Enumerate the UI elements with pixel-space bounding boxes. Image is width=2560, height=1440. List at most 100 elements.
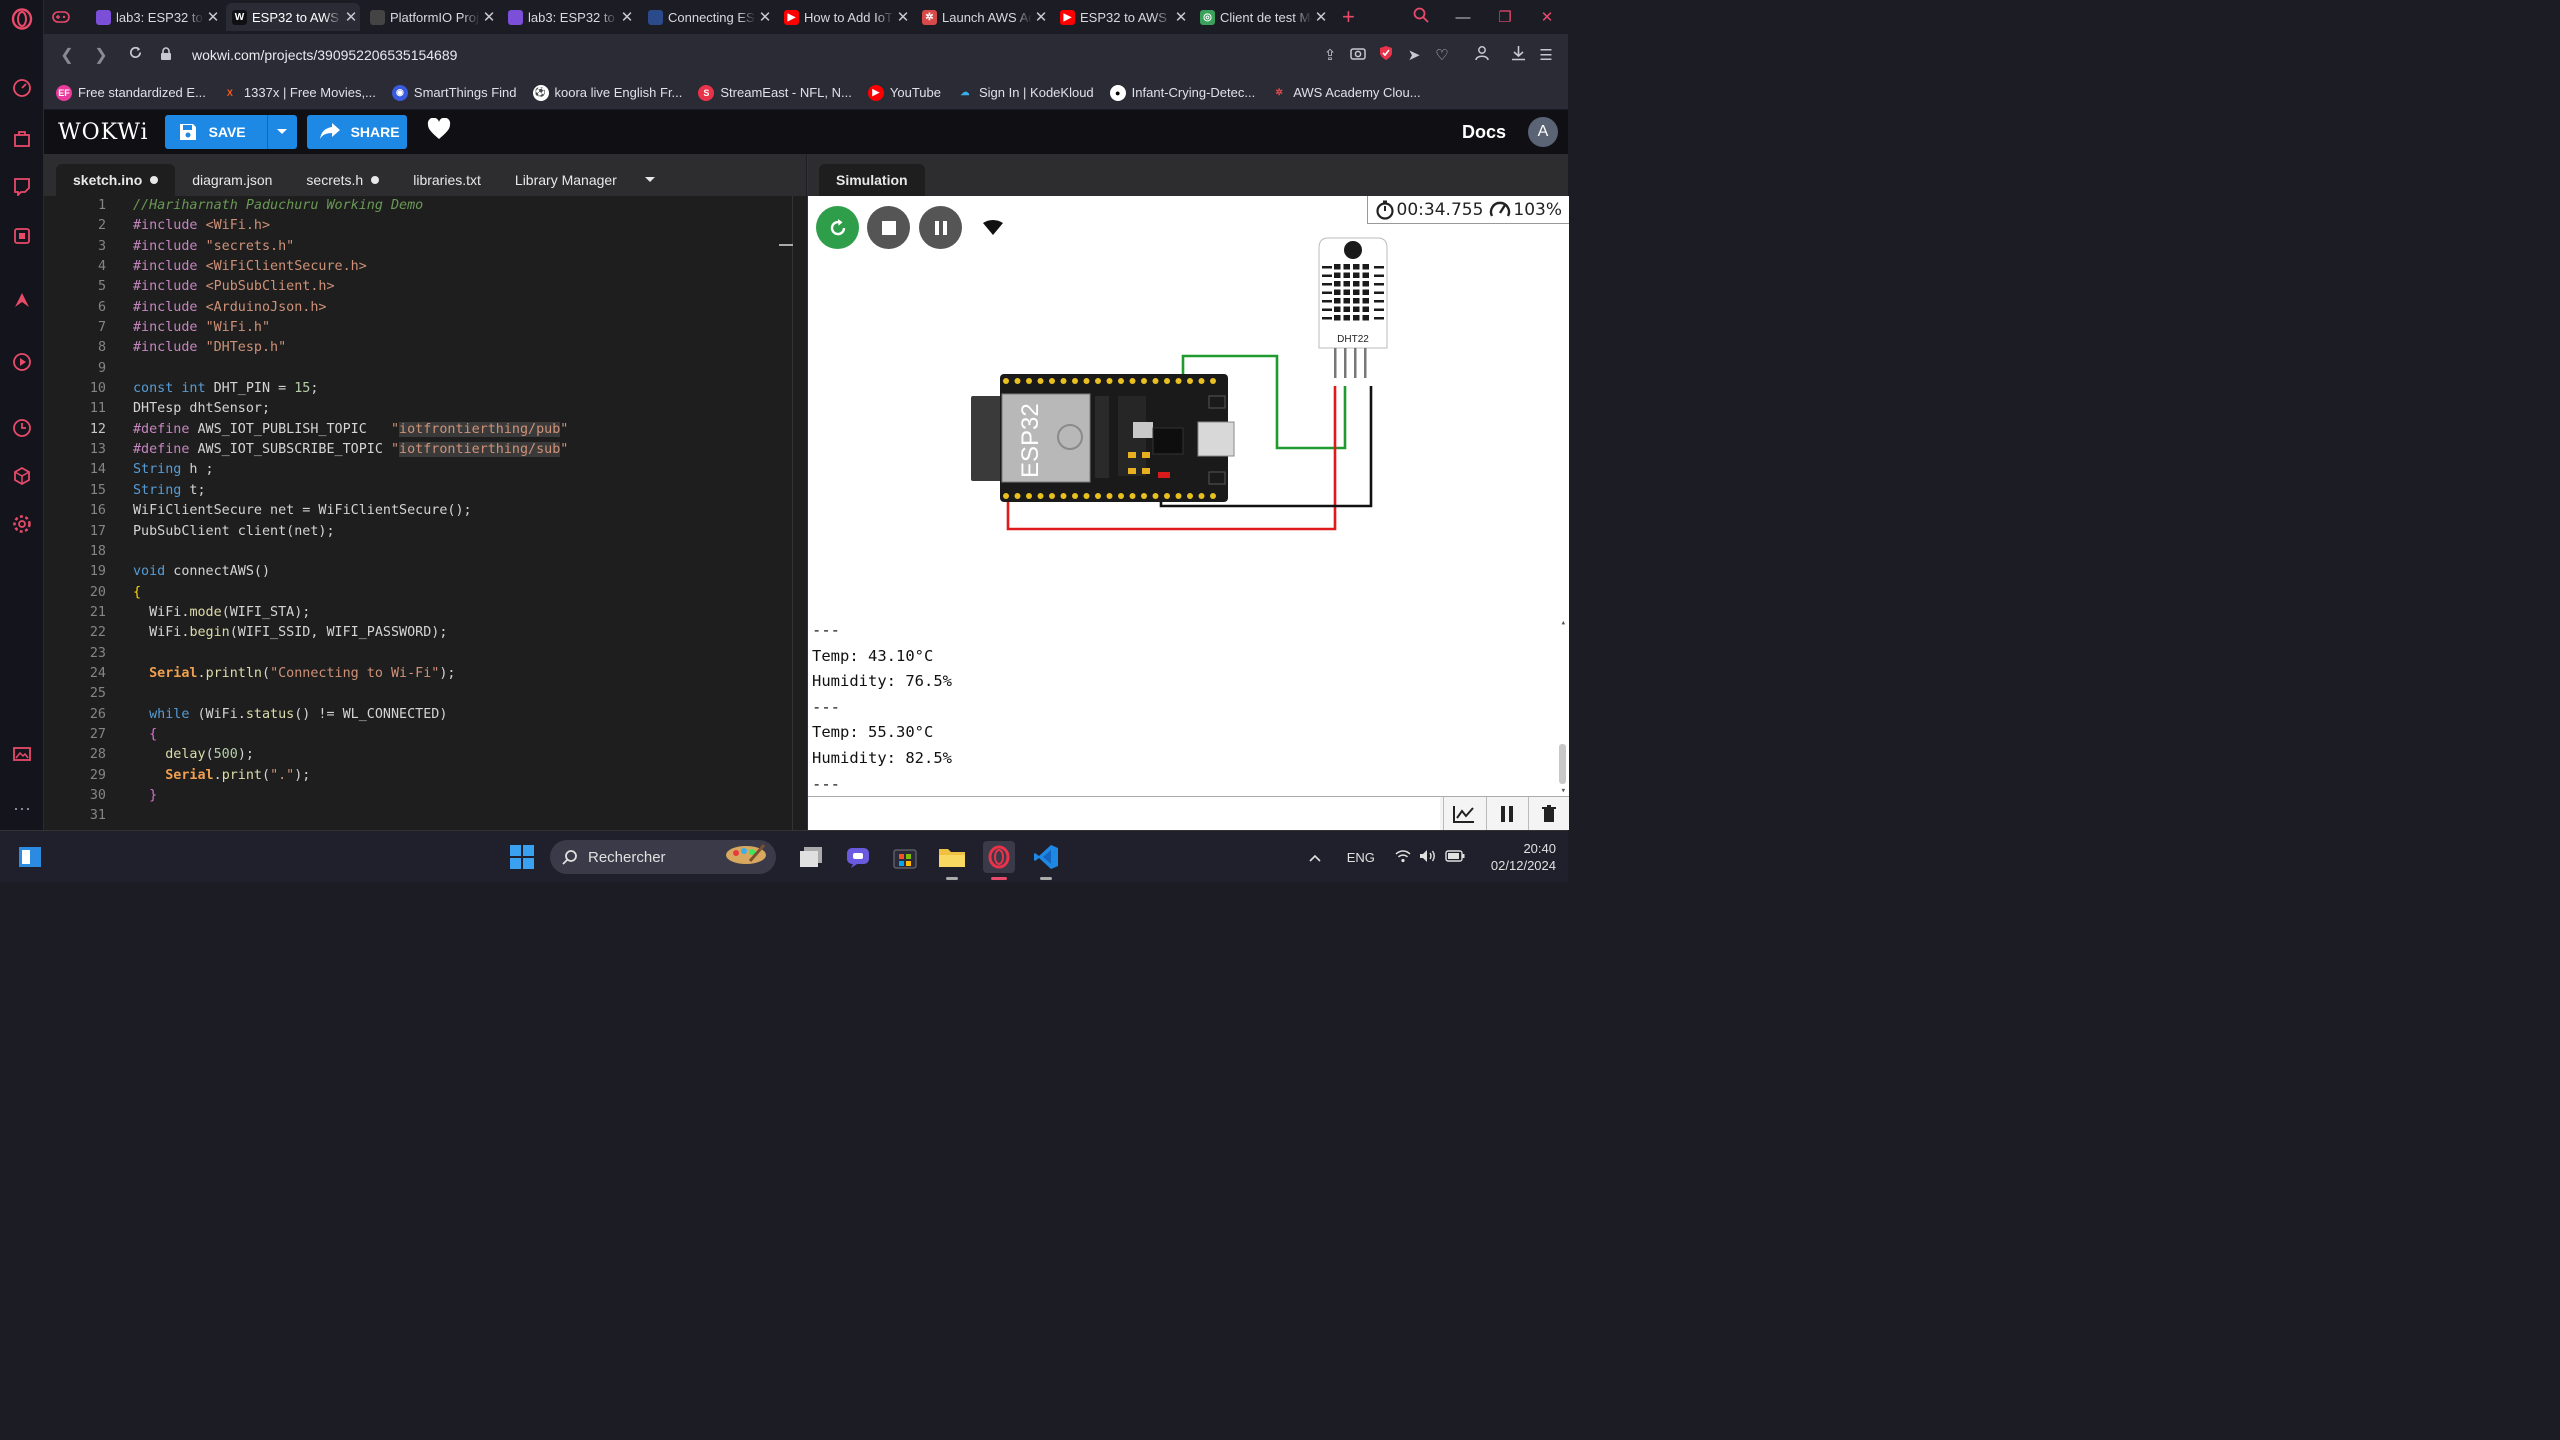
- close-tab-icon[interactable]: ✕: [204, 8, 222, 26]
- wifi-tray-icon[interactable]: [1395, 849, 1411, 866]
- browser-tab[interactable]: W ESP32 to AWS IoT✕: [226, 3, 360, 31]
- header-pin[interactable]: [1152, 493, 1159, 499]
- aria-icon[interactable]: [10, 226, 34, 250]
- header-pin[interactable]: [1198, 378, 1205, 384]
- header-pin[interactable]: [1014, 493, 1021, 499]
- code-line[interactable]: 31: [44, 806, 806, 826]
- opera-logo-icon[interactable]: [10, 8, 34, 32]
- browser-tab[interactable]: lab3: ESP32 to AWS IoT✕: [90, 3, 222, 31]
- save-dropdown-button[interactable]: [266, 115, 297, 149]
- reload-button[interactable]: [118, 45, 152, 65]
- code-line[interactable]: 27 {: [44, 725, 806, 745]
- header-pin[interactable]: [1210, 378, 1216, 384]
- editor-tab[interactable]: libraries.txt: [396, 164, 498, 196]
- bookmark-item[interactable]: ◉ SmartThings Find: [391, 84, 517, 101]
- header-pin[interactable]: [1060, 493, 1067, 499]
- simulation-canvas[interactable]: 00:34.755 103% ESP32 DHT22: [808, 196, 1569, 618]
- code-line[interactable]: 22 WiFi.begin(WIFI_SSID, WIFI_PASSWORD);: [44, 623, 806, 643]
- header-pin[interactable]: [1049, 493, 1055, 499]
- clock[interactable]: 20:40 02/12/2024: [1491, 840, 1556, 874]
- code-line[interactable]: 13 #define AWS_IOT_SUBSCRIBE_TOPIC "iotfr…: [44, 440, 806, 460]
- adblock-shield-icon[interactable]: [1372, 45, 1400, 65]
- serial-monitor[interactable]: --- Temp: 43.10°C Humidity: 76.5% --- Temp: …: [808, 618, 1569, 796]
- header-pin[interactable]: [1118, 493, 1124, 499]
- header-pin[interactable]: [1187, 493, 1193, 499]
- windows-start-icon[interactable]: [506, 841, 538, 873]
- header-pin[interactable]: [1106, 378, 1113, 384]
- speed-dial-icon[interactable]: [10, 78, 34, 102]
- close-tab-icon[interactable]: ✕: [894, 8, 912, 26]
- header-pin[interactable]: [1164, 493, 1170, 499]
- code-line[interactable]: 8 #include "DHTesp.h": [44, 338, 806, 358]
- like-heart-icon[interactable]: [427, 117, 451, 146]
- minimize-button[interactable]: —: [1442, 9, 1484, 26]
- bookmark-item[interactable]: S StreamEast - NFL, N...: [698, 84, 852, 101]
- close-tab-icon[interactable]: ✕: [618, 8, 636, 26]
- browser-tab[interactable]: lab3: ESP32 to AWS IoT✕: [502, 3, 636, 31]
- code-line[interactable]: 20 {: [44, 583, 806, 603]
- header-pin[interactable]: [1003, 378, 1009, 384]
- browser-tab[interactable]: PlatformIO Project✕: [364, 3, 498, 31]
- header-pin[interactable]: [1095, 493, 1101, 499]
- aws-workspace-icon[interactable]: [10, 290, 34, 314]
- gamepad-icon[interactable]: [46, 3, 76, 31]
- serial-input[interactable]: [808, 797, 1440, 830]
- plotter-button[interactable]: [1443, 797, 1483, 830]
- close-window-button[interactable]: ✕: [1526, 8, 1568, 26]
- more-files-dropdown-icon[interactable]: [644, 164, 656, 196]
- header-pin[interactable]: [1072, 378, 1078, 384]
- editor-tab[interactable]: sketch.ino: [56, 164, 176, 196]
- back-button[interactable]: ❮: [50, 45, 84, 65]
- send-to-icon[interactable]: ⇪: [1316, 46, 1344, 64]
- twitch-icon[interactable]: [10, 176, 34, 200]
- code-line[interactable]: 18: [44, 542, 806, 562]
- serial-scrollbar[interactable]: ▴ ▾: [1555, 618, 1569, 796]
- bookmark-item[interactable]: ● Infant-Crying-Detec...: [1109, 84, 1255, 101]
- code-line[interactable]: 4 #include <WiFiClientSecure.h>: [44, 257, 806, 277]
- close-tab-icon[interactable]: ✕: [1172, 8, 1190, 26]
- code-line[interactable]: 28 delay(500);: [44, 745, 806, 765]
- close-tab-icon[interactable]: ✕: [342, 8, 360, 26]
- code-line[interactable]: 30 }: [44, 786, 806, 806]
- restore-button[interactable]: ❐: [1484, 8, 1526, 26]
- header-pin[interactable]: [1129, 378, 1136, 384]
- new-tab-button[interactable]: +: [1336, 3, 1360, 31]
- code-line[interactable]: 3 #include "secrets.h": [44, 237, 806, 257]
- code-line[interactable]: 5 #include <PubSubClient.h>: [44, 277, 806, 297]
- code-line[interactable]: 24 Serial.println("Connecting to Wi-Fi")…: [44, 664, 806, 684]
- code-line[interactable]: 16 WiFiClientSecure net = WiFiClientSecur…: [44, 501, 806, 521]
- battery-tray-icon[interactable]: [1445, 849, 1465, 865]
- tray-overflow-chevron-icon[interactable]: [1309, 850, 1321, 865]
- clear-serial-button[interactable]: [1528, 797, 1568, 830]
- code-line[interactable]: 21 WiFi.mode(WIFI_STA);: [44, 603, 806, 623]
- code-line[interactable]: 15 String t;: [44, 481, 806, 501]
- code-line[interactable]: 23: [44, 644, 806, 664]
- volume-tray-icon[interactable]: [1419, 849, 1437, 866]
- header-pin[interactable]: [1037, 378, 1044, 384]
- editor-scrollbar[interactable]: [779, 196, 806, 830]
- url-field[interactable]: wokwi.com/projects/390952206535154689: [192, 47, 457, 63]
- show-desktop-widget-icon[interactable]: [14, 841, 46, 873]
- share-button[interactable]: SHARE: [306, 115, 407, 149]
- header-pin[interactable]: [1083, 378, 1090, 384]
- header-pin[interactable]: [1026, 378, 1032, 384]
- header-pin[interactable]: [1106, 493, 1113, 499]
- header-pin[interactable]: [1049, 378, 1055, 384]
- editor-tab[interactable]: Library Manager: [498, 164, 634, 196]
- header-pin[interactable]: [1141, 378, 1147, 384]
- code-line[interactable]: 14 String h ;: [44, 460, 806, 480]
- browser-tab[interactable]: ▶ How to Add IoT ✕: [778, 3, 912, 31]
- profile-icon[interactable]: [1468, 45, 1496, 65]
- bookmark-item[interactable]: EF Free standardized E...: [56, 84, 206, 101]
- header-pin[interactable]: [1187, 378, 1193, 384]
- user-avatar[interactable]: A: [1528, 117, 1558, 147]
- bookmark-item[interactable]: ⚽ koora live English Fr...: [532, 84, 682, 101]
- history-icon[interactable]: [10, 418, 34, 442]
- settings-icon[interactable]: [10, 514, 34, 538]
- browser-tab[interactable]: ▶ ESP32 to AWS IoT✕: [1054, 3, 1190, 31]
- code-line[interactable]: 17 PubSubClient client(net);: [44, 522, 806, 542]
- bookmark-item[interactable]: ✲ AWS Academy Clou...: [1271, 84, 1421, 101]
- code-line[interactable]: 26 while (WiFi.status() != WL_CONNECTED): [44, 705, 806, 725]
- task-view-icon[interactable]: [795, 841, 827, 873]
- editor-tab[interactable]: diagram.json: [175, 164, 289, 196]
